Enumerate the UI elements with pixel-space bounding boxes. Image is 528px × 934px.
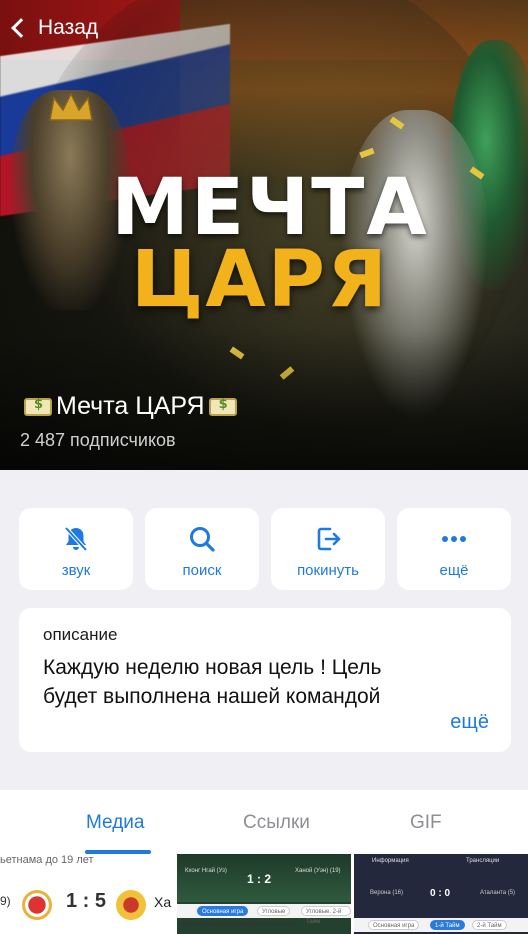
description-label: описание [43,625,118,644]
channel-name: Мечта ЦАРЯ [20,392,241,421]
back-label: Назад [38,16,99,39]
media-tabs-bar: Медиа Ссылки GIF [0,790,528,854]
leave-icon [317,527,341,551]
mute-label: звук [61,562,91,579]
chevron-left-icon [11,18,31,38]
thumbnail-away-team: Аталанта (5) [480,890,516,896]
mute-button[interactable]: звук [19,508,133,590]
thumbnail-team: Ха [154,894,172,910]
thumbnail-header-left: Информация [372,858,409,864]
thumbnail-home-team: Кхонг Нгай (Уз) [185,868,227,874]
media-thumbnail[interactable]: ьетнама до 19 лет 9) 1 : 5 Ха [0,854,174,934]
leave-button[interactable]: покинуть [271,508,385,590]
description-card: описание Каждую неделю новая цель ! Цель… [19,608,511,752]
thumbnail-away-team: Ханой (Уэн) (19) [295,868,341,874]
description-text: Каждую неделю новая цель ! Цель будет вы… [43,656,382,708]
leave-label: покинуть [297,562,359,579]
thumbnail-caption: ьетнама до 19 лет [0,854,94,866]
tab-gif[interactable]: GIF [410,812,442,834]
team-crest-icon [22,890,52,920]
tab-links[interactable]: Ссылки [243,812,310,834]
tab-media[interactable]: Медиа [86,812,144,834]
mini-tab: 1-й Тайм [430,920,465,930]
team-crest-icon [116,890,146,920]
thumbnail-home-team: Верона (16) [370,890,403,896]
media-thumbnail[interactable]: Информация Трансляции Верона (16) 0 : 0 … [354,854,528,934]
thumbnail-footer: Азиатский индивидуальный тотал 1-го (4) [179,922,295,928]
thumbnail-score: 0 : 0 [430,888,451,899]
search-button[interactable]: поиск [145,508,259,590]
media-thumbnail[interactable]: Кхонг Нгай (Уз) 1 : 2 Ханой (Уэн) (19) О… [177,854,351,934]
thumbnail-score: 1 : 2 [247,872,272,886]
thumbnail-score: 1 : 5 [66,890,107,912]
description-more-link[interactable]: ещё [450,711,489,734]
search-icon [190,527,215,552]
mini-tab: Основная игра [368,920,420,930]
bell-slash-icon [64,526,88,552]
channel-name-text: Мечта ЦАРЯ [56,392,205,420]
channel-cover-image: МЕЧТА ЦАРЯ Назад Мечта ЦАРЯ 2 487 подпис… [0,0,528,470]
crown-icon [49,92,93,121]
money-icon [208,397,237,416]
mini-tab: Угловые. 2-й Тайм [301,906,351,925]
more-button[interactable]: ещё [397,508,511,590]
money-icon [24,397,52,416]
more-label: ещё [439,562,469,579]
more-dots-icon [442,536,466,542]
mini-tab: 2-й Тайм [472,920,507,930]
back-button[interactable]: Назад [8,12,98,44]
search-label: поиск [182,562,222,579]
subscriber-count: 2 487 подписчиков [20,430,176,450]
channel-profile-screen: МЕЧТА ЦАРЯ Назад Мечта ЦАРЯ 2 487 подпис… [0,0,528,934]
media-grid: ьетнама до 19 лет 9) 1 : 5 Ха Кхонг Нгай… [0,854,528,934]
thumbnail-header-right: Трансляции [466,858,500,864]
action-buttons-row: звук поиск покинуть ещё [19,508,511,590]
mini-tab: Угловые [257,906,291,916]
thumbnail-left-number: 9) [0,894,11,908]
cover-title-line2: ЦАРЯ [131,235,389,325]
mini-tab: Основная игра [197,906,249,916]
